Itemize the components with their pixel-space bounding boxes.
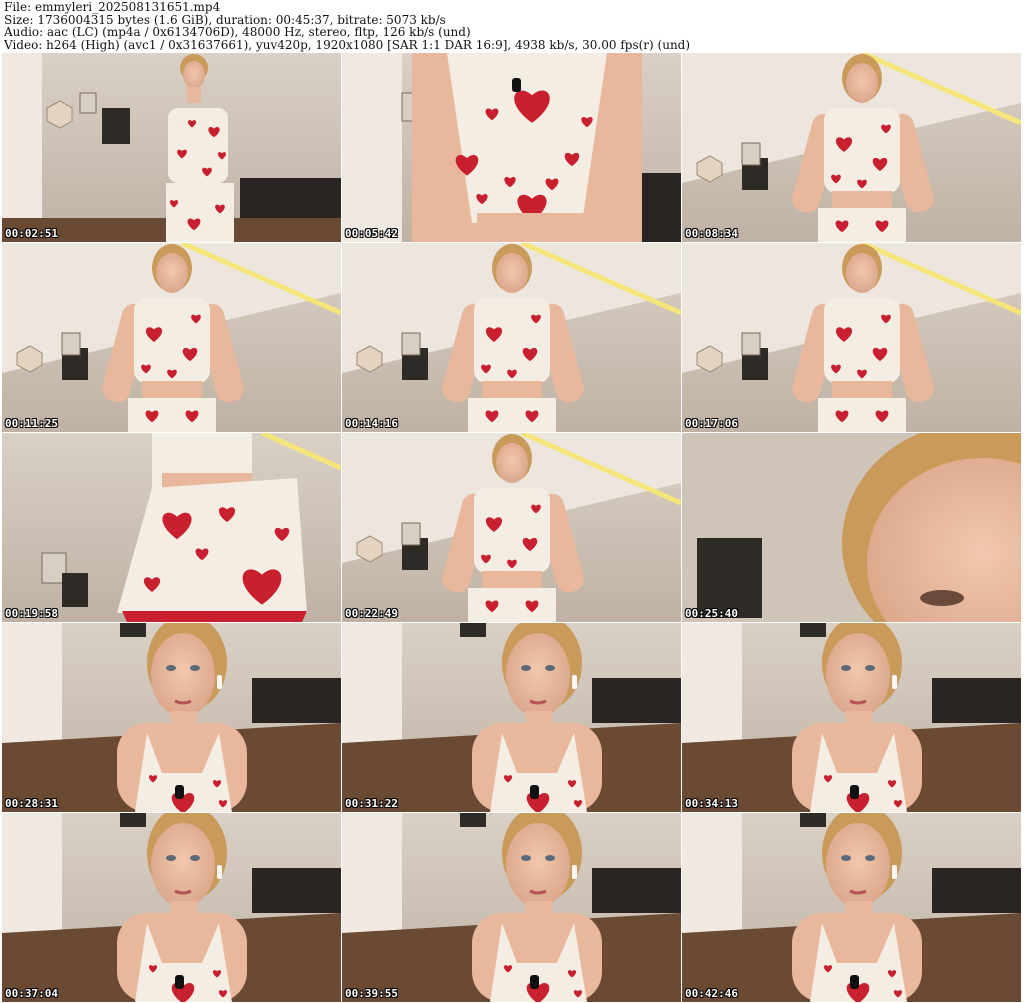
thumbnail-image: [342, 623, 681, 812]
video-info-line: Video: h264 (High) (avc1 / 0x31637661), …: [4, 37, 691, 52]
video-thumbnail: 00:22:49: [342, 433, 681, 622]
thumbnail-image: [682, 243, 1021, 432]
video-thumbnail: 00:25:40: [682, 433, 1021, 622]
thumbnail-image: [2, 53, 341, 242]
video-thumbnail: 00:39:55: [342, 813, 681, 1002]
thumbnail-image: [342, 433, 681, 622]
video-thumbnail: 00:19:58: [2, 433, 341, 622]
thumbnail-timestamp: 00:25:40: [685, 607, 738, 620]
thumbnail-timestamp: 00:28:31: [5, 797, 58, 810]
thumbnail-timestamp: 00:11:25: [5, 417, 58, 430]
thumbnail-image: [682, 813, 1021, 1002]
thumbnail-image: [2, 433, 341, 622]
thumbnail-image: [682, 623, 1021, 812]
thumbnail-timestamp: 00:14:16: [345, 417, 398, 430]
video-thumbnail: 00:14:16: [342, 243, 681, 432]
thumbnail-timestamp: 00:22:49: [345, 607, 398, 620]
video-thumbnail: 00:11:25: [2, 243, 341, 432]
video-thumbnail: 00:05:42: [342, 53, 681, 242]
thumbnail-image: [342, 813, 681, 1002]
video-thumbnail: 00:08:34: [682, 53, 1021, 242]
thumbnail-timestamp: 00:39:55: [345, 987, 398, 1000]
thumbnail-timestamp: 00:19:58: [5, 607, 58, 620]
video-thumbnail: 00:37:04: [2, 813, 341, 1002]
thumbnail-timestamp: 00:05:42: [345, 227, 398, 240]
video-thumbnail: 00:42:46: [682, 813, 1021, 1002]
audio-info-line: Audio: aac (LC) (mp4a / 0x6134706D), 480…: [4, 25, 471, 40]
thumbnail-timestamp: 00:08:34: [685, 227, 738, 240]
thumbnail-image: [2, 243, 341, 432]
video-thumbnail: 00:02:51: [2, 53, 341, 242]
thumbnail-timestamp: 00:37:04: [5, 987, 58, 1000]
thumbnail-timestamp: 00:31:22: [345, 797, 398, 810]
thumbnail-image: [342, 53, 681, 242]
thumbnail-timestamp: 00:17:06: [685, 417, 738, 430]
video-thumbnail: 00:34:13: [682, 623, 1021, 812]
thumbnail-timestamp: 00:02:51: [5, 227, 58, 240]
thumbnail-image: [682, 433, 1021, 622]
thumbnail-grid: 00:02:51 00:05:42 00:08:34 00:11:25 00:1…: [2, 53, 1021, 1002]
file-name-line: File: emmyleri_202508131651.mp4: [4, 0, 221, 14]
thumbnail-image: [2, 813, 341, 1002]
thumbnail-image: [682, 53, 1021, 242]
thumbnail-image: [342, 243, 681, 432]
thumbnail-timestamp: 00:34:13: [685, 797, 738, 810]
thumbnail-image: [2, 623, 341, 812]
video-thumbnail: 00:31:22: [342, 623, 681, 812]
video-thumbnail: 00:28:31: [2, 623, 341, 812]
video-thumbnail: 00:17:06: [682, 243, 1021, 432]
thumbnail-timestamp: 00:42:46: [685, 987, 738, 1000]
file-info-header: File: emmyleri_202508131651.mp4 Size: 17…: [4, 1, 690, 51]
